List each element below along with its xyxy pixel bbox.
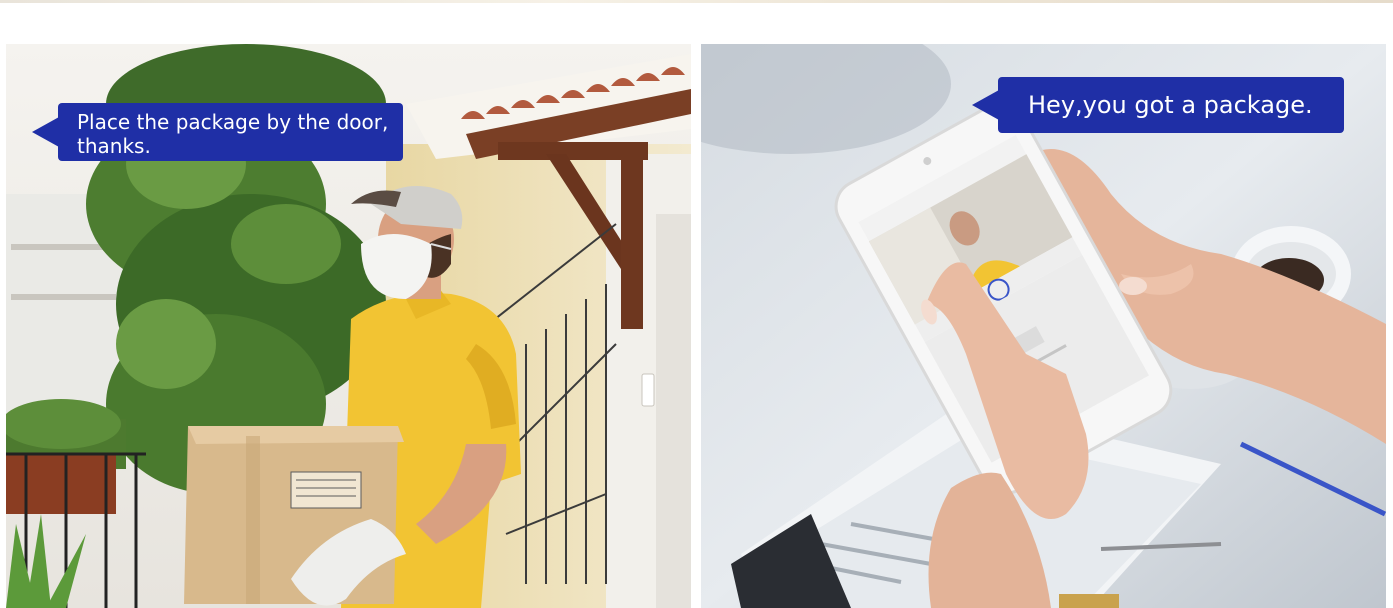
speech-bubble-right: Hey,you got a package. <box>998 77 1344 133</box>
speech-bubble-left: Place the package by the door, thanks. <box>58 103 403 161</box>
top-decorative-strip <box>0 0 1393 3</box>
speech-bubble-left-text: Place the package by the door, thanks. <box>77 110 389 158</box>
speech-bubble-right-text: Hey,you got a package. <box>1028 91 1313 119</box>
